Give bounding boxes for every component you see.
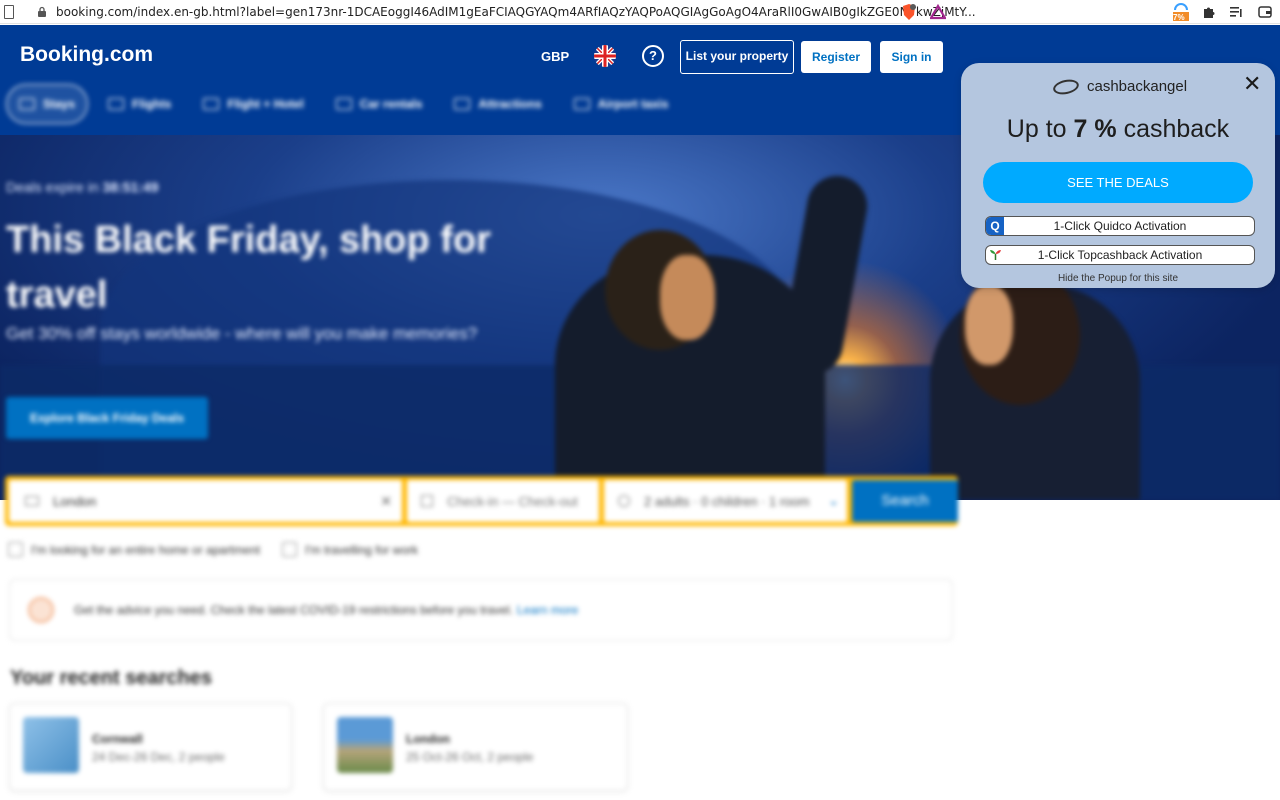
tab-label: Flights <box>132 97 172 111</box>
currency-selector[interactable]: GBP <box>541 49 569 64</box>
browser-toolbar: booking.com/index.en-gb.html?label=gen17… <box>0 0 1280 24</box>
info-icon <box>28 597 54 623</box>
guests-value: 2 adults · 0 children · 1 room <box>644 493 810 509</box>
recent-search-name: Cornwall <box>92 732 143 746</box>
apartment-label: I'm looking for an entire home or apartm… <box>31 542 261 557</box>
uk-flag-icon[interactable] <box>594 45 616 67</box>
list-property-button[interactable]: List your property <box>680 40 794 74</box>
destination-thumbnail <box>23 717 79 773</box>
covid-notice: Get the advice you need. Check the lates… <box>9 579 953 641</box>
hero-subtitle: Get 30% off stays worldwide - where will… <box>6 324 478 343</box>
reading-list-icon[interactable] <box>1227 3 1245 21</box>
see-deals-button[interactable]: SEE THE DEALS <box>983 162 1253 203</box>
tab-label: Stays <box>43 97 76 111</box>
taxi-icon <box>573 98 590 110</box>
help-icon[interactable]: ? <box>642 45 664 67</box>
wallet-icon[interactable] <box>1256 3 1274 21</box>
apartment-checkbox[interactable]: I'm looking for an entire home or apartm… <box>8 542 260 557</box>
tab-label: Flight + Hotel <box>227 97 304 111</box>
quidco-label: 1-Click Quidco Activation <box>1053 219 1187 233</box>
cashback-headline: Up to 7 % cashback <box>961 115 1275 144</box>
recent-search-card[interactable]: Cornwall 24 Dec-26 Dec, 2 people <box>9 703 292 791</box>
topcashback-label: 1-Click Topcashback Activation <box>1037 248 1203 262</box>
tab-flight-hotel[interactable]: Flight + Hotel <box>191 84 315 124</box>
calendar-icon <box>421 495 433 507</box>
hide-popup-link[interactable]: Hide the Popup for this site <box>961 273 1275 284</box>
cashback-value: 7 % <box>1073 115 1117 143</box>
quidco-activation-button[interactable]: Q 1-Click Quidco Activation <box>985 216 1255 236</box>
car-icon <box>335 98 352 110</box>
dates-value: Check-in — Check-out <box>447 493 578 509</box>
hero-title: This Black Friday, shop for travel <box>6 219 491 316</box>
brand-name: cashbackangel <box>1087 78 1188 95</box>
person-icon <box>618 495 630 507</box>
timer-value: 38:51:49 <box>102 179 159 195</box>
halo-icon <box>1051 76 1081 97</box>
recent-searches-title: Your recent searches <box>10 667 212 689</box>
recent-search-details: 24 Dec-26 Dec, 2 people <box>92 750 225 764</box>
brave-shield-icon[interactable] <box>899 3 919 21</box>
brave-rewards-icon[interactable] <box>928 3 948 21</box>
guests-input[interactable]: 2 adults · 0 children · 1 room ⌄ <box>604 480 847 522</box>
tab-car-rentals[interactable]: Car rentals <box>324 84 435 124</box>
bed-icon <box>25 496 39 506</box>
tab-label: Airport taxis <box>597 97 669 111</box>
bookmark-icon[interactable] <box>4 5 14 19</box>
headline-prefix: Up to <box>1006 115 1067 143</box>
work-travel-label: I'm travelling for work <box>305 542 418 557</box>
topcashback-activation-button[interactable]: 1-Click Topcashback Activation <box>985 245 1255 265</box>
destination-thumbnail <box>337 717 393 773</box>
topcashback-icon <box>990 250 1001 260</box>
destination-input[interactable]: London ✕ <box>9 480 402 522</box>
recent-search-name: London <box>406 732 450 746</box>
puzzle-extensions-icon[interactable] <box>1200 3 1218 21</box>
learn-more-link[interactable]: Learn more <box>517 603 578 617</box>
bed-icon <box>19 98 35 110</box>
chevron-down-icon: ⌄ <box>828 493 839 508</box>
timer-prefix: Deals expire in <box>6 179 99 195</box>
tab-stays[interactable]: Stays <box>6 84 89 124</box>
tab-flights[interactable]: Flights <box>96 84 183 124</box>
cashbackangel-logo: cashbackangel <box>1051 76 1188 97</box>
destination-value: London <box>53 493 97 509</box>
work-travel-checkbox[interactable]: I'm travelling for work <box>282 542 418 557</box>
lock-icon[interactable] <box>36 6 48 18</box>
recent-search-details: 25 Oct-26 Oct, 2 people <box>406 750 534 764</box>
dates-input[interactable]: Check-in — Check-out <box>407 480 599 522</box>
recent-search-card[interactable]: London 25 Oct-26 Oct, 2 people <box>323 703 628 791</box>
plane-icon <box>108 98 125 110</box>
register-button[interactable]: Register <box>801 41 871 73</box>
search-button[interactable]: Search <box>852 480 958 522</box>
quidco-icon: Q <box>986 217 1004 235</box>
search-bar: London ✕ Check-in — Check-out 2 adults ·… <box>5 476 958 526</box>
deals-timer: Deals expire in 38:51:49 <box>6 179 159 195</box>
booking-page: Booking.com GBP ? List your property Reg… <box>0 25 1280 800</box>
explore-deals-button[interactable]: Explore Black Friday Deals <box>6 397 208 439</box>
close-icon[interactable]: ✕ <box>1243 71 1261 97</box>
extension-badge: 7% <box>1173 13 1185 22</box>
checkbox-box[interactable] <box>282 542 297 557</box>
checkbox-box[interactable] <box>8 542 23 557</box>
cashback-popup: ✕ cashbackangel Up to 7 % cashback SEE T… <box>961 63 1275 288</box>
headline-suffix: cashback <box>1123 115 1230 143</box>
tab-label: Car rentals <box>359 97 423 111</box>
product-nav: Stays Flights Flight + Hotel Car rentals… <box>0 83 688 125</box>
attractions-icon <box>454 98 471 110</box>
tab-airport-taxis[interactable]: Airport taxis <box>562 84 681 124</box>
tab-attractions[interactable]: Attractions <box>442 84 553 124</box>
booking-logo[interactable]: Booking.com <box>20 43 153 67</box>
tab-label: Attractions <box>478 97 542 111</box>
clear-icon[interactable]: ✕ <box>380 493 392 510</box>
covid-text: Get the advice you need. Check the lates… <box>74 603 513 617</box>
address-bar-url[interactable]: booking.com/index.en-gb.html?label=gen17… <box>56 5 976 19</box>
plane-hotel-icon <box>203 98 220 110</box>
cashback-extension-icon[interactable]: 7% <box>1170 3 1192 22</box>
sign-in-button[interactable]: Sign in <box>880 41 943 73</box>
